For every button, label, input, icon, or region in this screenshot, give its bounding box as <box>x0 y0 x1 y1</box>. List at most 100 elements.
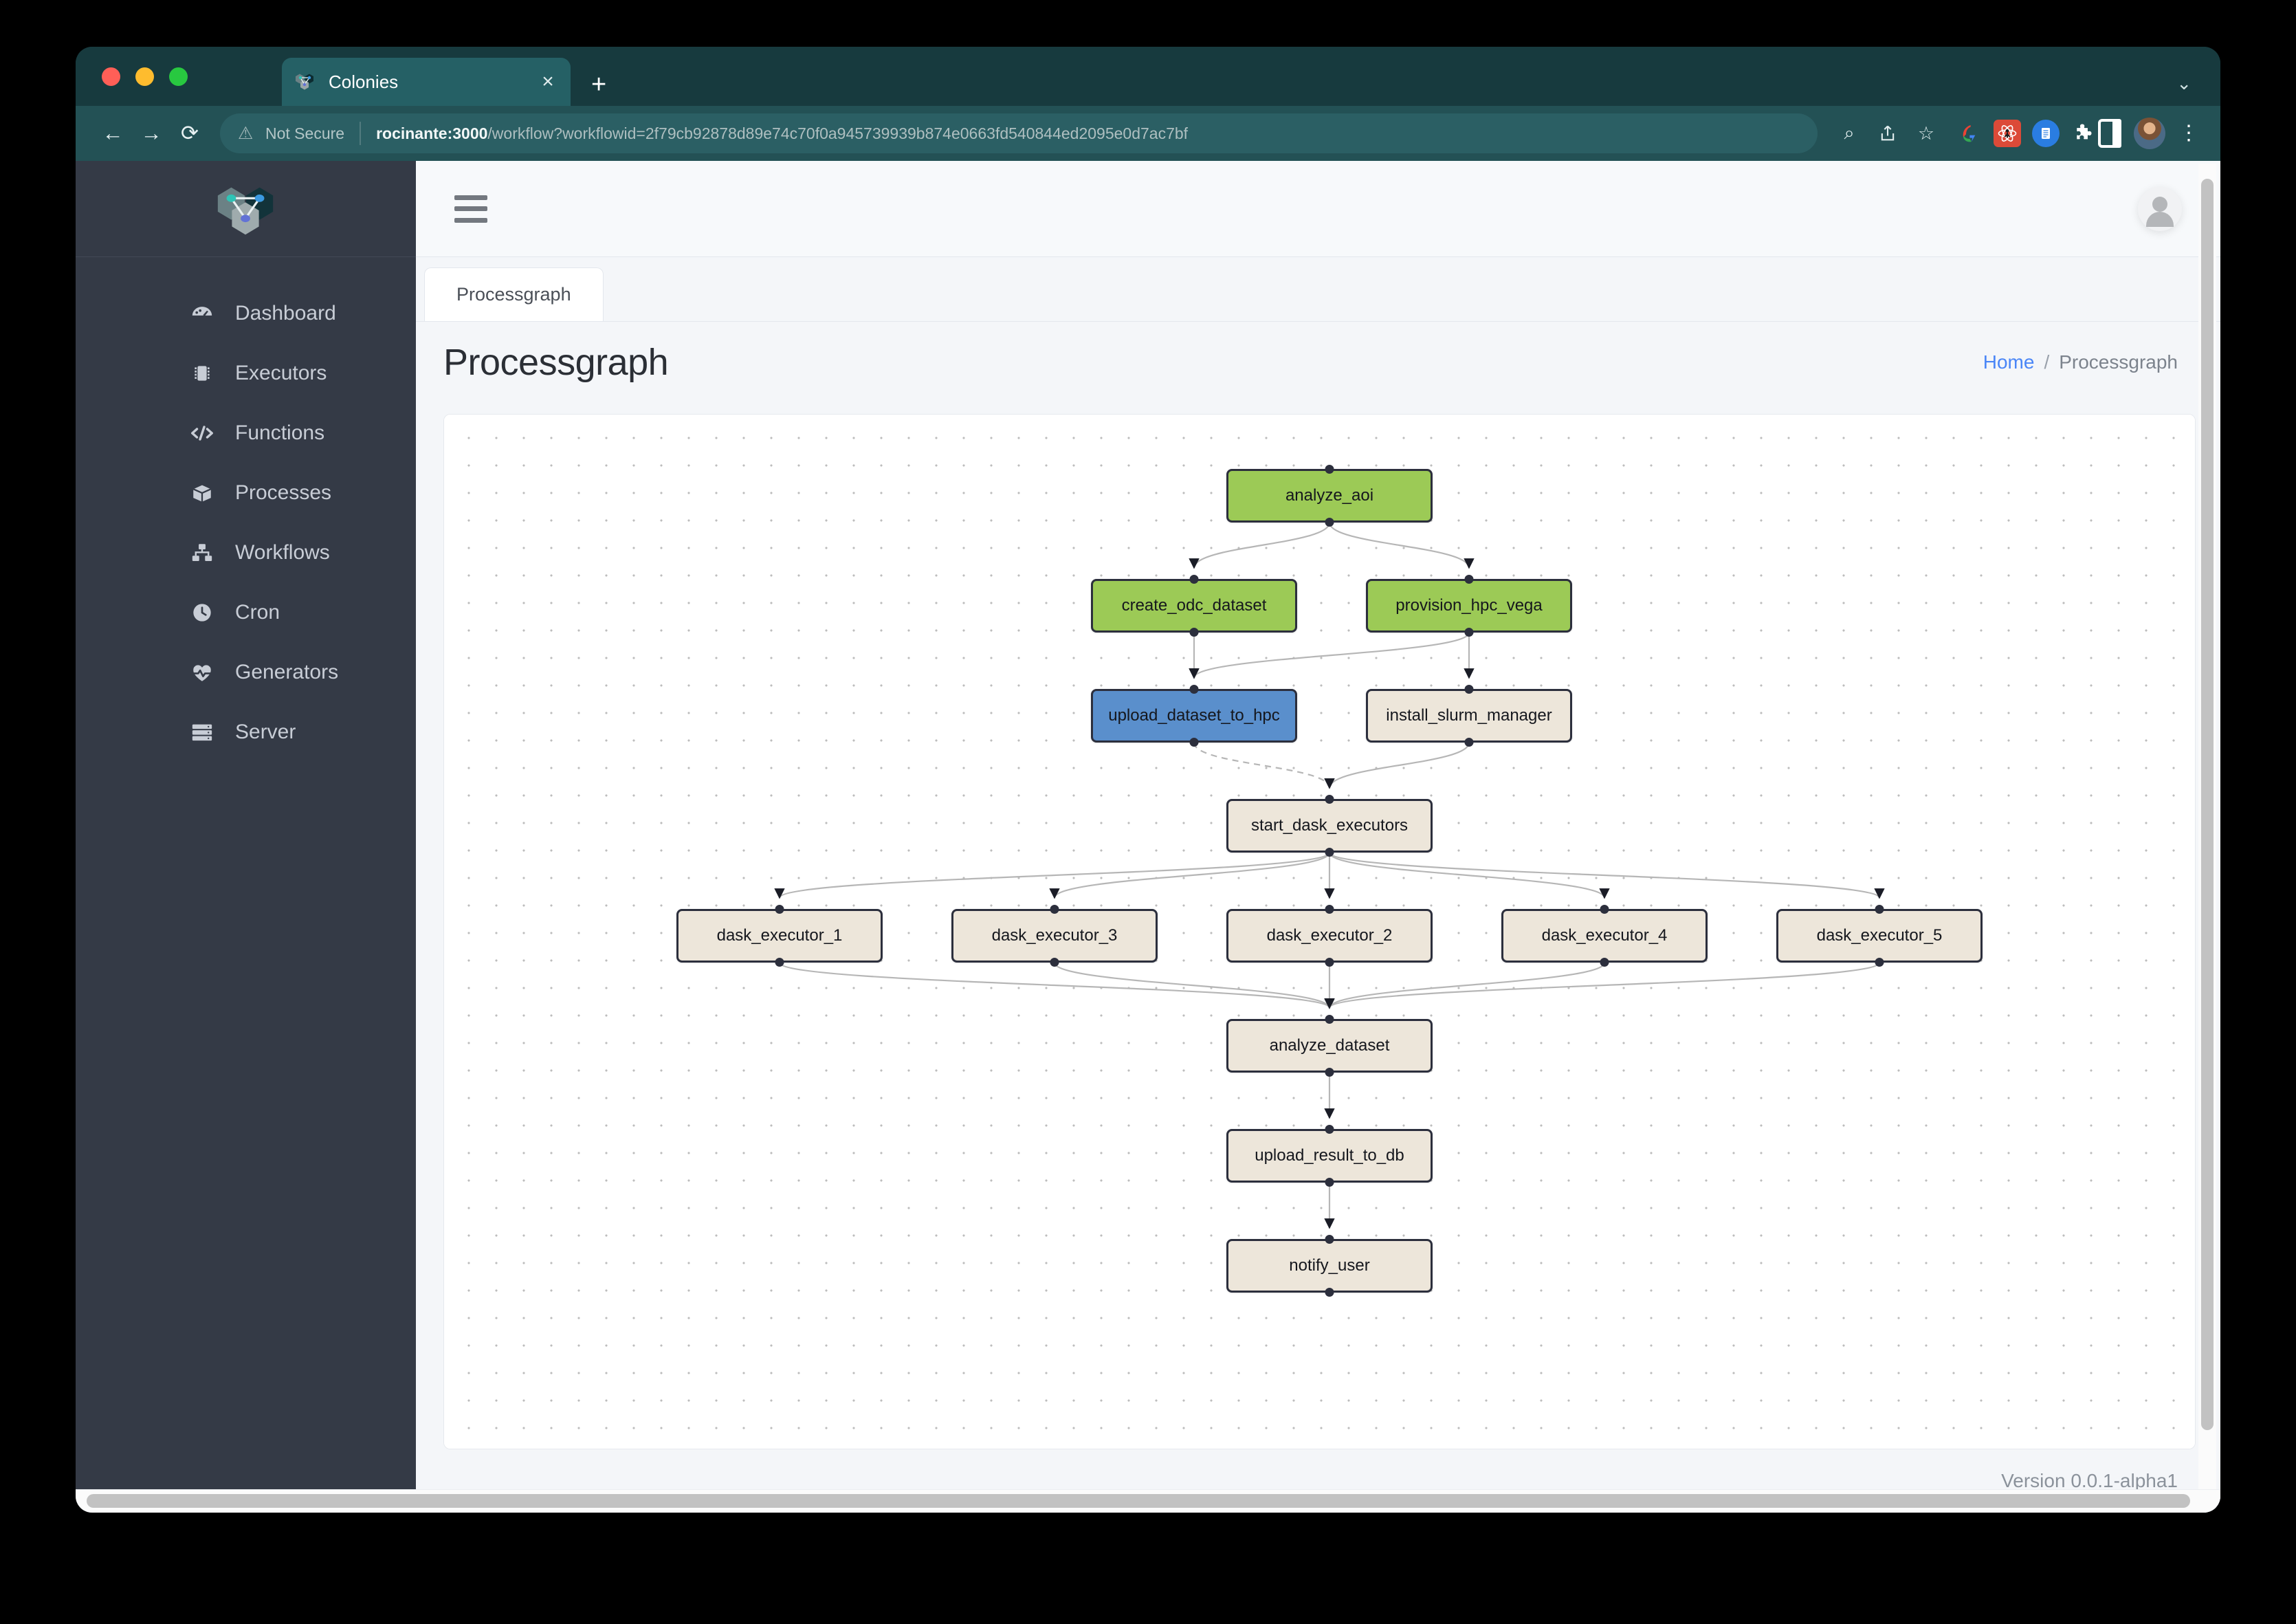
graph-node-upload_dataset_to_hpc[interactable]: upload_dataset_to_hpc <box>1091 685 1297 747</box>
sidebar-logo[interactable] <box>76 161 416 257</box>
tab-processgraph[interactable]: Processgraph <box>424 267 604 321</box>
vertical-scrollbar[interactable] <box>2198 164 2216 1510</box>
graph-node-dask_executor_2[interactable]: dask_executor_2 <box>1226 905 1433 967</box>
page-title: Processgraph <box>443 342 669 383</box>
new-tab-button[interactable]: + <box>591 72 606 98</box>
profile-avatar[interactable] <box>2134 118 2165 149</box>
google-extension-icon[interactable] <box>1955 120 1983 147</box>
sidebar-item-label: Functions <box>235 421 325 444</box>
graph-node-install_slurm_manager[interactable]: install_slurm_manager <box>1366 685 1572 747</box>
graph-edge <box>1324 962 1606 1009</box>
vertical-scrollbar-thumb[interactable] <box>2201 179 2214 1430</box>
page-tabs: Processgraph <box>416 257 2220 322</box>
node-port-top <box>1325 1125 1334 1134</box>
graph-node-notify_user[interactable]: notify_user <box>1226 1235 1433 1297</box>
box-icon <box>187 481 217 505</box>
sidebar-item-label: Executors <box>235 361 327 384</box>
graph-node-start_dask_executors[interactable]: start_dask_executors <box>1226 795 1433 857</box>
graph-node-analyze_aoi[interactable]: analyze_aoi <box>1226 465 1433 527</box>
graph-node-analyze_dataset[interactable]: analyze_dataset <box>1226 1015 1433 1077</box>
colonies-logo-icon <box>293 70 316 94</box>
graph-node-label: install_slurm_manager <box>1386 706 1552 725</box>
node-port-top <box>1325 465 1334 474</box>
hamburger-menu-icon[interactable] <box>454 195 487 223</box>
node-port-top <box>1325 1235 1334 1244</box>
chevron-down-icon[interactable]: ⌄ <box>2176 73 2192 94</box>
user-avatar-icon[interactable] <box>2138 186 2182 231</box>
sidebar-item-label: Processes <box>235 481 332 504</box>
sidebar-item-executors[interactable]: Executors <box>76 343 416 403</box>
react-devtools-extension-icon[interactable] <box>1994 120 2021 147</box>
processgraph-card: analyze_aoi create_odc_dataset provision_h… <box>443 414 2196 1449</box>
forward-button[interactable]: → <box>132 114 170 153</box>
graph-node-upload_result_to_db[interactable]: upload_result_to_db <box>1226 1125 1433 1187</box>
graph-node-label: create_odc_dataset <box>1121 596 1267 615</box>
graph-edge <box>1328 522 1475 569</box>
sidebar-item-generators[interactable]: Generators <box>76 642 416 702</box>
graph-node-label: analyze_dataset <box>1269 1036 1390 1055</box>
workflow-nodes-icon <box>187 541 217 564</box>
back-button[interactable]: ← <box>93 114 132 153</box>
graph-node-dask_executor_5[interactable]: dask_executor_5 <box>1776 905 1983 967</box>
graph-node-create_odc_dataset[interactable]: create_odc_dataset <box>1091 575 1297 637</box>
share-icon[interactable] <box>1870 116 1906 151</box>
graph-node-dask_executor_1[interactable]: dask_executor_1 <box>676 905 883 967</box>
sidebar-item-label: Dashboard <box>235 301 336 325</box>
colonies-hexagon-logo <box>217 187 273 234</box>
breadcrumb-current: Processgraph <box>2059 351 2178 373</box>
graph-node-dask_executor_3[interactable]: dask_executor_3 <box>951 905 1158 967</box>
sidebar-item-label: Workflows <box>235 540 330 564</box>
kebab-menu-icon[interactable]: ⋮ <box>2175 123 2203 144</box>
node-port-bottom <box>1325 518 1334 527</box>
bookmark-star-icon[interactable]: ☆ <box>1908 116 1944 151</box>
window-close-button[interactable] <box>102 67 120 86</box>
graph-node-label: provision_hpc_vega <box>1395 596 1543 615</box>
node-port-top <box>775 905 784 914</box>
address-bar[interactable]: ⚠ Not Secure rocinante:3000/workflow?wor… <box>220 113 1818 153</box>
node-port-top <box>1189 575 1199 584</box>
breadcrumb-separator: / <box>2044 351 2050 373</box>
side-panel-icon[interactable] <box>2098 119 2121 148</box>
breadcrumb-home-link[interactable]: Home <box>1983 351 2035 373</box>
graph-node-provision_hpc_vega[interactable]: provision_hpc_vega <box>1366 575 1572 637</box>
window-maximize-button[interactable] <box>169 67 188 86</box>
processgraph-canvas[interactable]: analyze_aoi create_odc_dataset provision_h… <box>444 415 2195 1449</box>
node-port-bottom <box>1875 958 1884 967</box>
graph-edge <box>1328 852 1610 899</box>
breadcrumb: Home / Processgraph <box>1983 351 2178 373</box>
browser-tab[interactable]: Colonies × <box>282 58 571 106</box>
sidebar: Dashboard Executors Functions Processes … <box>76 161 416 1513</box>
node-port-bottom <box>1325 1288 1334 1297</box>
sidebar-item-processes[interactable]: Processes <box>76 463 416 523</box>
reload-button[interactable]: ⟳ <box>170 114 209 153</box>
horizontal-scrollbar-thumb[interactable] <box>87 1494 2190 1508</box>
close-icon[interactable]: × <box>536 72 560 92</box>
window-minimize-button[interactable] <box>135 67 154 86</box>
heartbeat-icon <box>187 661 217 684</box>
security-status-label: Not Secure <box>265 124 345 142</box>
node-port-top <box>1325 795 1334 804</box>
puzzle-extensions-icon[interactable] <box>2071 120 2098 147</box>
graph-node-label: dask_executor_3 <box>991 926 1118 945</box>
sidebar-item-label: Generators <box>235 660 339 683</box>
graph-edge <box>774 851 1331 899</box>
server-rack-icon <box>187 721 217 744</box>
node-port-top <box>1189 685 1199 694</box>
node-port-top <box>1600 905 1609 914</box>
graph-node-label: dask_executor_5 <box>1816 926 1943 945</box>
graph-edge <box>1189 522 1331 569</box>
sidebar-item-workflows[interactable]: Workflows <box>76 523 416 582</box>
docs-extension-icon[interactable] <box>2032 120 2060 147</box>
search-icon[interactable]: ⌕ <box>1831 116 1867 151</box>
sidebar-item-server[interactable]: Server <box>76 702 416 762</box>
graph-node-dask_executor_4[interactable]: dask_executor_4 <box>1501 905 1708 967</box>
graph-edge <box>1324 961 1881 1009</box>
node-port-bottom <box>1464 628 1474 637</box>
horizontal-scrollbar[interactable] <box>76 1489 2220 1513</box>
sidebar-item-functions[interactable]: Functions <box>76 403 416 463</box>
sidebar-item-label: Cron <box>235 600 280 624</box>
clock-icon <box>187 602 217 624</box>
sidebar-item-dashboard[interactable]: Dashboard <box>76 283 416 343</box>
graph-node-label: dask_executor_1 <box>716 926 843 945</box>
sidebar-item-cron[interactable]: Cron <box>76 582 416 642</box>
